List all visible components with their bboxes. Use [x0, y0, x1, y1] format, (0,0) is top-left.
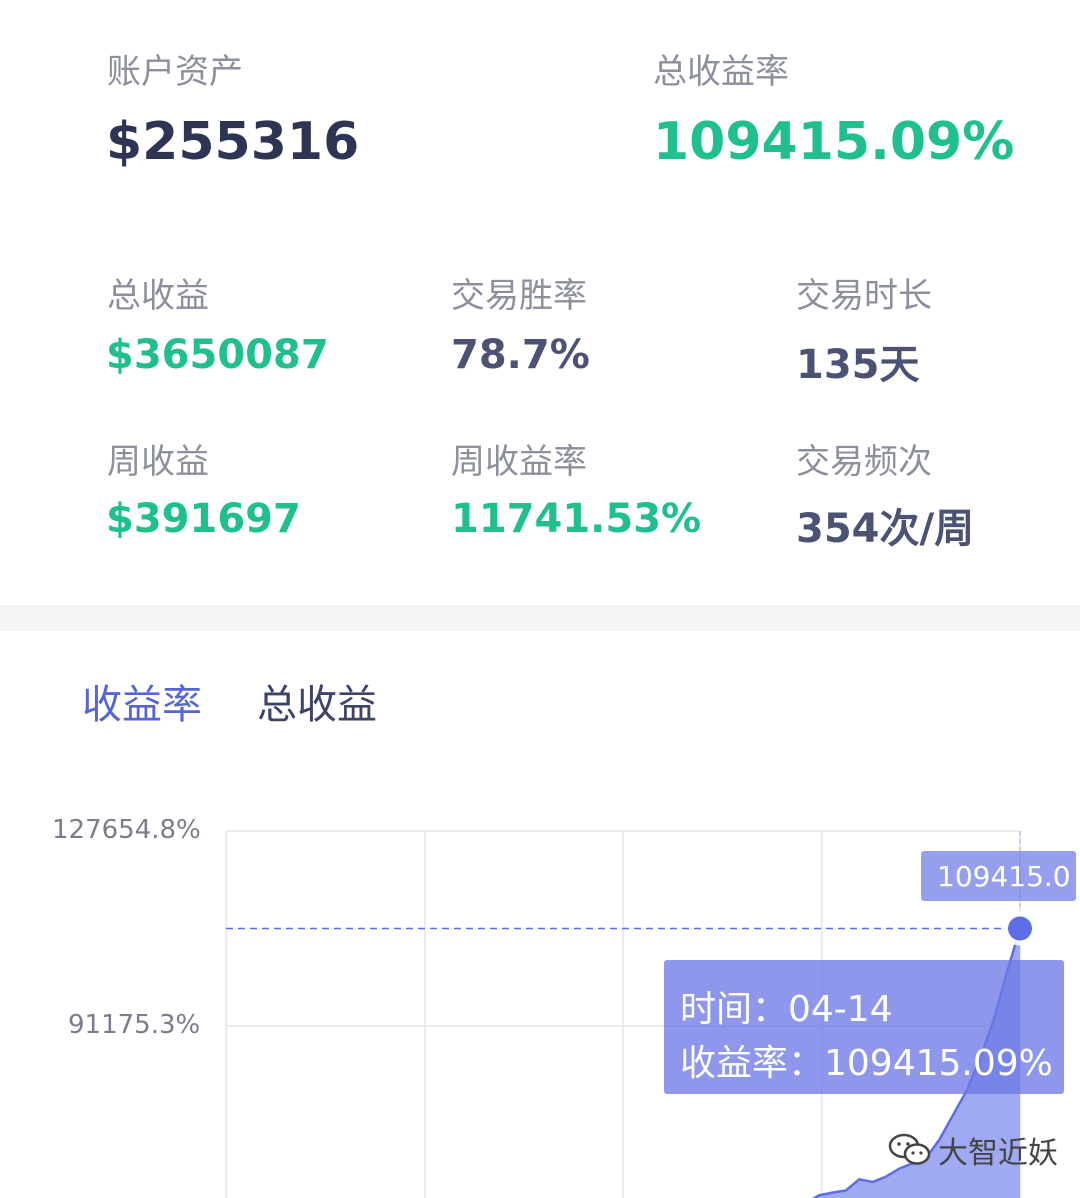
trade-frequency-value: 354次/周 — [796, 506, 975, 552]
total-return-rate-value: 109415.09% — [653, 112, 1015, 172]
account-assets-value: $255316 — [106, 112, 360, 172]
cursor-value-label: 109415.0 — [921, 851, 1076, 901]
cursor-point — [1008, 916, 1032, 941]
section-divider — [0, 605, 1080, 631]
wechat-icon — [888, 1133, 931, 1165]
tooltip-time: 时间：04-14 — [680, 989, 893, 1030]
weekly-return-rate-value: 11741.53% — [451, 496, 702, 542]
account-assets-label: 账户资产 — [107, 52, 243, 92]
trading-duration-label: 交易时长 — [796, 276, 932, 316]
total-profit-label: 总收益 — [107, 276, 209, 316]
weekly-profit-value: $391697 — [106, 496, 301, 542]
watermark: 大智近妖 — [888, 1128, 1058, 1172]
cursor-value-text: 109415.0 — [937, 860, 1071, 893]
tab-return-rate[interactable]: 收益率 — [82, 672, 202, 730]
watermark-text: 大智近妖 — [938, 1136, 1058, 1171]
weekly-return-rate-label: 周收益率 — [451, 442, 587, 482]
total-profit-value: $3650087 — [106, 332, 329, 378]
tooltip-value: 收益率：109415.09% — [680, 1043, 1053, 1084]
weekly-profit-label: 周收益 — [107, 442, 209, 482]
trade-frequency-label: 交易频次 — [796, 442, 932, 482]
win-rate-label: 交易胜率 — [451, 276, 587, 316]
trading-duration-value: 135天 — [796, 342, 920, 388]
win-rate-value: 78.7% — [451, 332, 590, 378]
stats-panel: 账户资产 $255316 总收益率 109415.09% 总收益 $365008… — [0, 0, 1080, 605]
total-return-rate-label: 总收益率 — [653, 52, 789, 92]
chart-tooltip: 时间：04-14 收益率：109415.09% — [664, 960, 1064, 1094]
tab-total-profit[interactable]: 总收益 — [257, 672, 377, 730]
